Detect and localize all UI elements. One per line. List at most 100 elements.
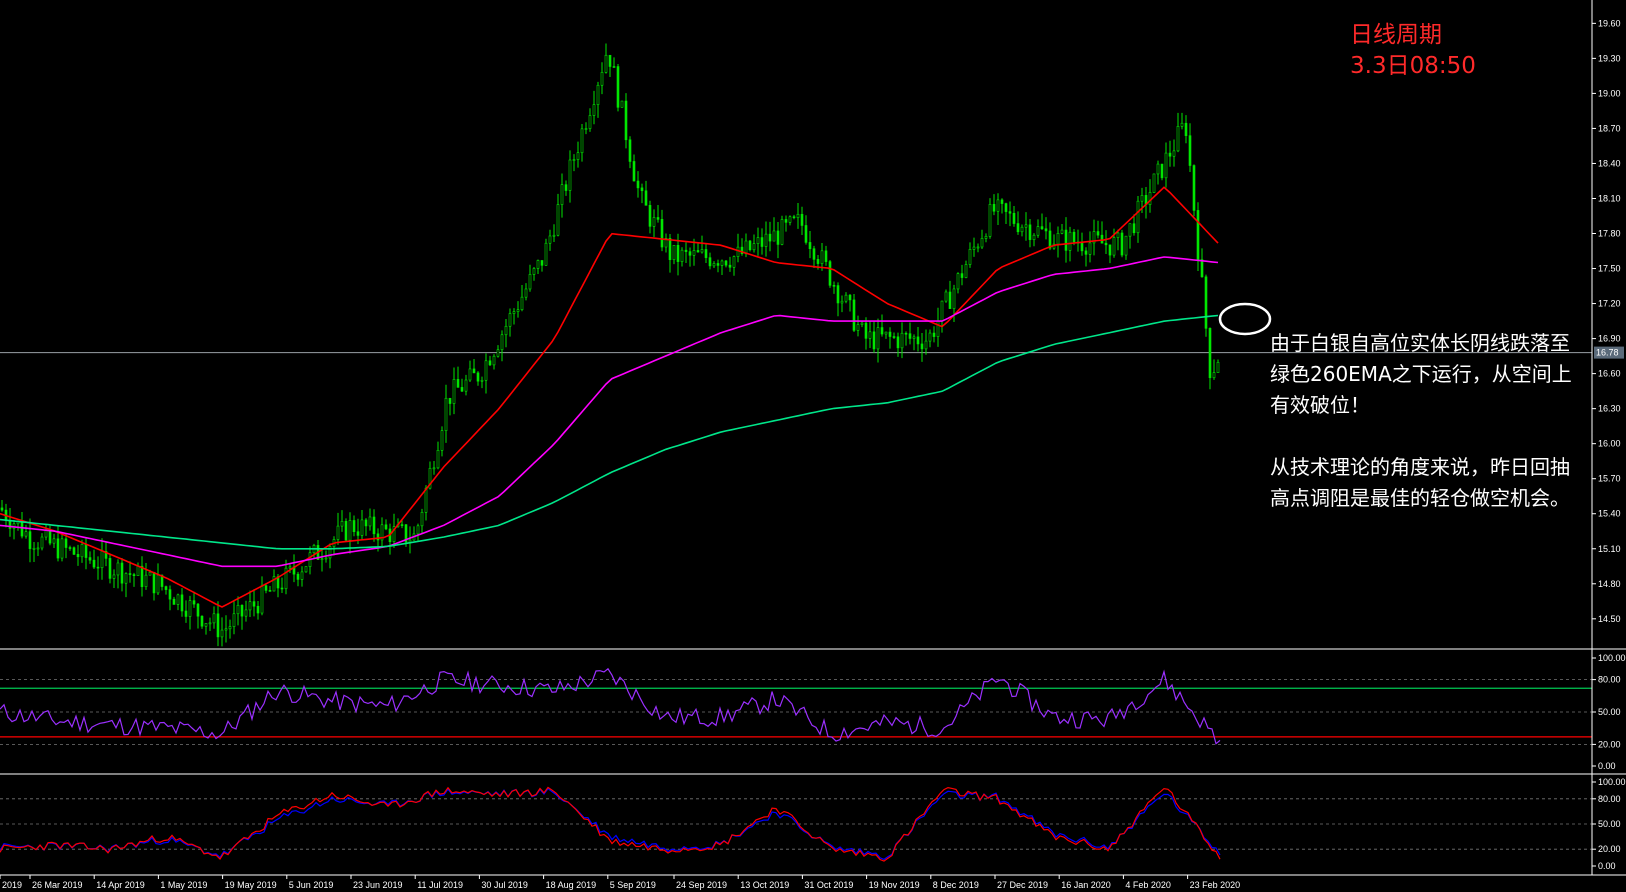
candle-body xyxy=(868,331,872,339)
candle-body xyxy=(1012,212,1016,224)
candle-body xyxy=(572,159,576,161)
time-tick-label: 26 Mar 2019 xyxy=(32,880,83,890)
candle-body xyxy=(900,332,904,349)
candle-body xyxy=(1060,229,1064,234)
candle-body xyxy=(212,613,216,624)
candle-body xyxy=(264,585,268,591)
candle-body xyxy=(1200,259,1204,278)
time-tick-label: 2019 xyxy=(2,880,22,890)
panel-tick-label: 80.00 xyxy=(1598,794,1621,804)
price-tick-label: 19.30 xyxy=(1598,53,1621,63)
candle-body xyxy=(156,574,160,594)
candle-body xyxy=(904,332,908,335)
candle-body xyxy=(228,626,232,630)
candle-body xyxy=(508,313,512,327)
candle-body xyxy=(432,467,436,470)
candle-body xyxy=(136,565,140,577)
candle-body xyxy=(856,324,860,331)
candle-body xyxy=(256,605,260,614)
candle-body xyxy=(716,263,720,266)
candle-body xyxy=(836,285,840,304)
candle-body xyxy=(932,332,936,337)
highlight-ellipse xyxy=(1218,302,1272,336)
candle-body xyxy=(1148,192,1152,205)
candle-body xyxy=(64,538,68,548)
candle-body xyxy=(356,531,360,536)
candle-body xyxy=(216,613,220,638)
candle-body xyxy=(596,84,600,105)
candle-body xyxy=(532,268,536,275)
candle-body xyxy=(24,531,28,537)
candle-body xyxy=(568,159,572,191)
candle-body xyxy=(360,519,364,536)
candle-body xyxy=(724,260,728,266)
candle-body xyxy=(352,520,356,533)
candle-body xyxy=(1188,135,1192,166)
candle-body xyxy=(476,372,480,382)
candle-body xyxy=(840,300,844,304)
price-tick-label: 14.50 xyxy=(1598,614,1621,624)
candle-body xyxy=(776,230,780,245)
time-tick-label: 8 Dec 2019 xyxy=(933,880,979,890)
candle-body xyxy=(472,368,476,374)
candle-body xyxy=(232,613,236,627)
price-tick-label: 15.10 xyxy=(1598,544,1621,554)
candle-body xyxy=(176,594,180,605)
candle-body xyxy=(612,66,616,68)
candle-body xyxy=(700,249,704,253)
candle-body xyxy=(224,628,228,631)
candle-body xyxy=(348,520,352,541)
candle-body xyxy=(804,225,808,243)
candle-body xyxy=(1020,226,1024,233)
candle-body xyxy=(628,139,632,162)
candle-body xyxy=(368,516,372,527)
candle-body xyxy=(296,573,300,580)
candle-body xyxy=(660,219,664,248)
candle-body xyxy=(936,320,940,337)
candle-body xyxy=(748,240,752,251)
candle-body xyxy=(1116,232,1120,238)
candle-body xyxy=(720,260,724,266)
candle-body xyxy=(1100,234,1104,244)
candle-body xyxy=(36,547,40,550)
candle-body xyxy=(820,250,824,264)
annotation-line: 从技术理论的角度来说，昨日回抽 xyxy=(1270,455,1570,479)
candle-body xyxy=(960,273,964,278)
candle-body xyxy=(988,204,992,237)
candle-body xyxy=(524,288,528,298)
candle-body xyxy=(968,249,972,265)
candle-body xyxy=(888,331,892,337)
candle-body xyxy=(708,257,712,267)
candle-body xyxy=(976,246,980,249)
panel-tick-label: 20.00 xyxy=(1598,739,1621,749)
annotation-line: 绿色260EMA之下运行，从空间上 xyxy=(1270,362,1572,386)
candle-body xyxy=(552,234,556,237)
rsi-line xyxy=(0,667,1221,745)
candle-body xyxy=(300,571,304,580)
candle-body xyxy=(736,246,740,257)
candle-body xyxy=(1036,226,1040,236)
time-tick-label: 31 Oct 2019 xyxy=(804,880,853,890)
ema-line-ema_short xyxy=(0,186,1219,608)
candle-body xyxy=(88,557,92,561)
candle-body xyxy=(20,521,24,537)
time-tick-label: 19 Nov 2019 xyxy=(869,880,920,890)
candle-body xyxy=(964,264,968,278)
candle-body xyxy=(436,450,440,469)
candle-body xyxy=(588,115,592,129)
candle-body xyxy=(440,430,444,451)
candle-body xyxy=(796,213,800,218)
candle-body xyxy=(372,516,376,535)
candle-body xyxy=(72,547,76,555)
candle-body xyxy=(220,629,224,638)
candle-body xyxy=(504,325,508,336)
candle-body xyxy=(592,104,596,116)
candle-body xyxy=(732,256,736,268)
price-tick-label: 18.70 xyxy=(1598,123,1621,133)
annotation-line: 高点调阻是最佳的轻仓做空机会。 xyxy=(1270,486,1570,510)
candle-body xyxy=(560,184,564,205)
candle-body xyxy=(1008,211,1012,214)
candle-body xyxy=(420,512,424,527)
candle-body xyxy=(488,360,492,366)
price-tick-label: 18.10 xyxy=(1598,193,1621,203)
